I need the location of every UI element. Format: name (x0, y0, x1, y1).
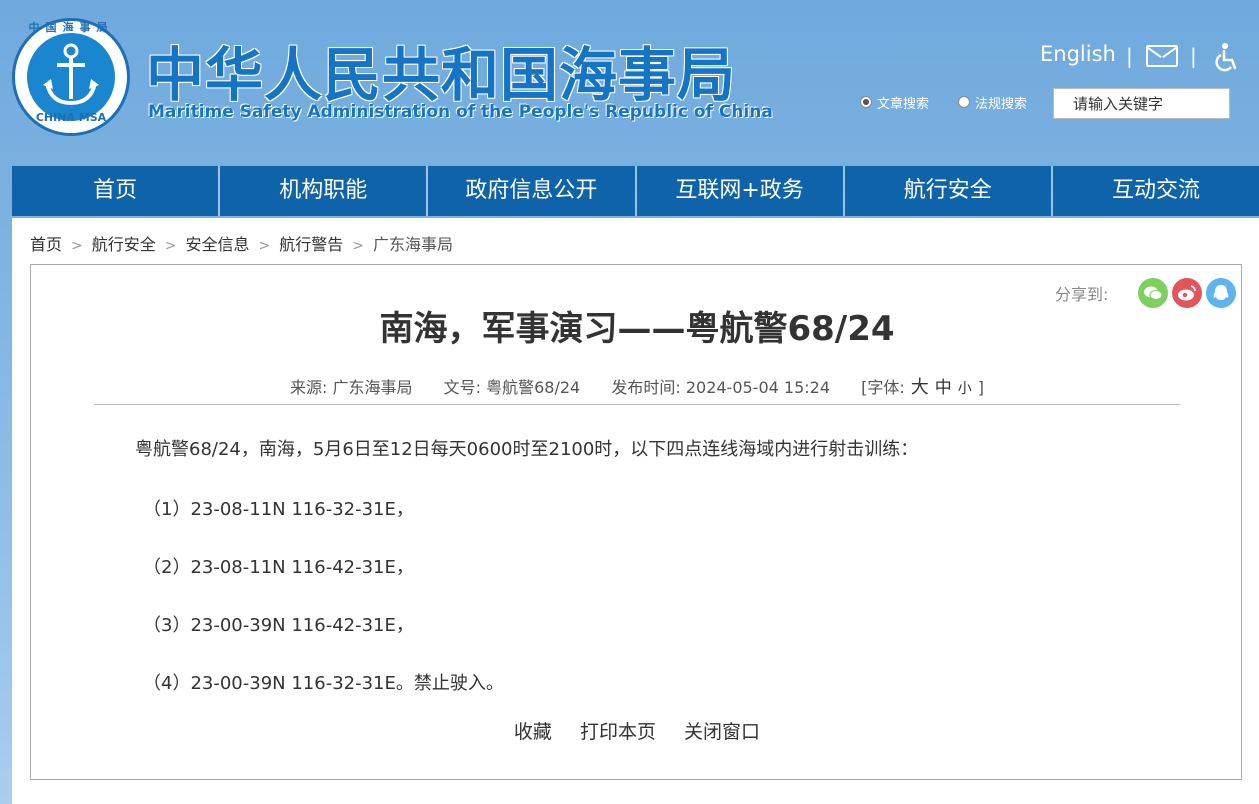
separator: | (1126, 44, 1133, 68)
breadcrumb-current[interactable]: 广东海事局 (373, 235, 453, 254)
font-size-small-button[interactable]: 小 (958, 381, 972, 397)
font-size-medium-button[interactable]: 中 (935, 378, 952, 398)
source-label: 来源: (290, 378, 328, 397)
search-input[interactable] (1053, 88, 1230, 119)
anchor-icon (43, 43, 99, 106)
print-button[interactable]: 打印本页 (580, 721, 656, 743)
breadcrumb-nav-warnings[interactable]: 航行警告 (279, 235, 343, 254)
radio-article-search[interactable] (860, 96, 872, 108)
article-actions: 收藏 打印本页 关闭窗口 (31, 717, 1243, 744)
close-window-button[interactable]: 关闭窗口 (684, 721, 760, 743)
article-lead: 粤航警68/24，南海，5月6日至12日每天0600时至2100时，以下四点连线… (135, 439, 919, 460)
main-nav: 首页 机构职能 政府信息公开 互联网+政务 航行安全 互动交流 (12, 166, 1259, 216)
coordinate-point: （2）23-08-11N 116-42-31E， (143, 557, 414, 578)
font-size-large-button[interactable]: 大 (911, 377, 929, 398)
source-value: 广东海事局 (332, 378, 413, 397)
breadcrumb-separator: > (352, 238, 364, 254)
nav-item-functions[interactable]: 机构职能 (220, 166, 429, 216)
font-size-label-close: ] (977, 378, 984, 397)
coordinate-point: （1）23-08-11N 116-32-31E， (143, 499, 414, 520)
site-title-en: Maritime Safety Administration of the Pe… (148, 102, 773, 122)
article-meta: 来源: 广东海事局 文号: 粤航警68/24 发布时间: 2024-05-04 … (31, 373, 1243, 399)
article-title: 南海，军事演习——粤航警68/24 (379, 309, 895, 349)
nav-item-navigation-safety[interactable]: 航行安全 (845, 166, 1053, 216)
search-bar: 文章搜索 法规搜索 (860, 88, 1232, 120)
nav-item-gov-info[interactable]: 政府信息公开 (428, 166, 637, 216)
coordinate-point: （4）23-00-39N 116-32-31E。禁止驶入。 (143, 673, 504, 694)
breadcrumb-separator: > (71, 238, 83, 254)
breadcrumb-safety-info[interactable]: 安全信息 (186, 235, 250, 254)
breadcrumb-navigation-safety[interactable]: 航行安全 (92, 235, 156, 254)
breadcrumb-separator: > (164, 238, 177, 254)
favorite-button[interactable]: 收藏 (514, 721, 552, 743)
breadcrumb-home[interactable]: 首页 (30, 235, 62, 254)
radio-law-search[interactable] (958, 96, 970, 108)
mail-icon[interactable] (1146, 45, 1178, 67)
top-utility-bar: English | | (1040, 42, 1250, 72)
nav-item-internet-services[interactable]: 互联网+政务 (637, 166, 845, 216)
breadcrumb-separator: > (258, 238, 271, 254)
separator: | (1190, 44, 1197, 68)
nav-item-interaction[interactable]: 互动交流 (1053, 166, 1259, 216)
doc-no-value: 粤航警68/24 (486, 378, 581, 397)
main-content: 首页 > 航行安全 > 安全信息 > 航行警告 > 广东海事局 分享到: 南海，军事演习——粤航… (12, 218, 1259, 804)
publish-time-value: 2024-05-04 15:24 (685, 378, 831, 397)
accessibility-icon[interactable] (1212, 42, 1240, 72)
radio-article-search-label[interactable]: 文章搜索 (877, 93, 929, 112)
english-link[interactable]: English (1040, 42, 1116, 66)
meta-divider (94, 404, 1180, 405)
nav-item-home[interactable]: 首页 (12, 166, 221, 216)
site-header: 中国海事局 CHINA MSA 中华人民共和国海事局 Maritime Safe… (0, 0, 1259, 165)
article-body: 粤航警68/24，南海，5月6日至12日每天0600时至2100时，以下四点连线… (135, 435, 1195, 727)
article-panel: 分享到: 南海，军事演习——粤航警68/24 来源: 广东海事局 文号: 粤航警… (30, 264, 1242, 780)
breadcrumb: 首页 > 航行安全 > 安全信息 > 航行警告 > 广东海事局 (30, 231, 453, 255)
radio-law-search-label[interactable]: 法规搜索 (975, 93, 1027, 112)
publish-time-label: 发布时间: (611, 378, 681, 397)
coordinate-point: （3）23-00-39N 116-42-31E， (143, 615, 414, 636)
font-size-label: [字体: (861, 378, 905, 397)
logo-bottom-text: CHINA MSA (35, 111, 107, 124)
msa-logo[interactable]: 中国海事局 CHINA MSA (12, 18, 130, 136)
doc-no-label: 文号: (443, 378, 482, 397)
site-title-cn: 中华人民共和国海事局 (146, 41, 737, 109)
